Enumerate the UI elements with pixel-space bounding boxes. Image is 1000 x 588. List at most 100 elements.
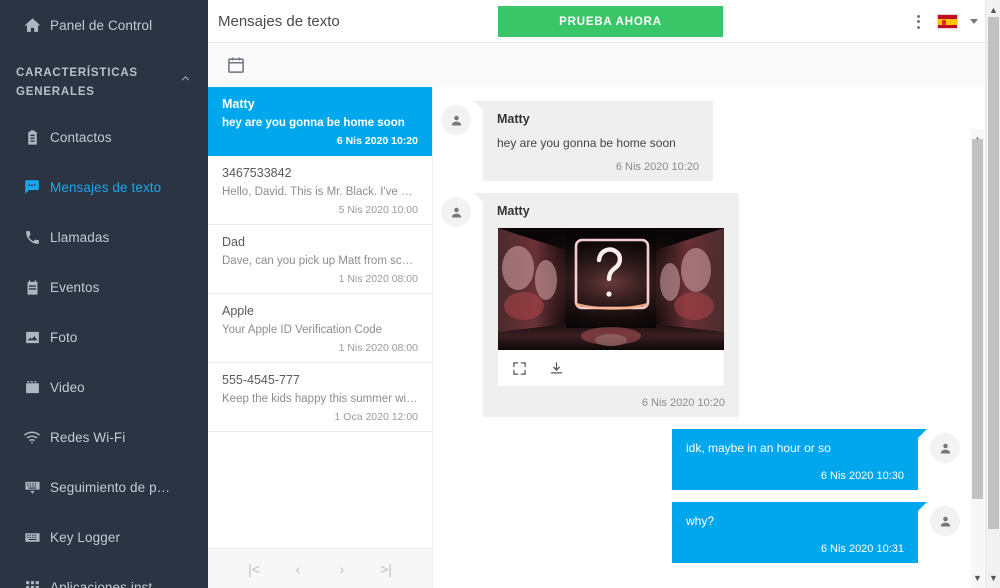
page-title: Mensajes de texto — [218, 12, 340, 30]
sidebar-item-seguimiento-de-pulsaciones[interactable]: Seguimiento de p… — [0, 462, 208, 512]
media-attachment — [497, 227, 725, 387]
sidebar-item-label: Seguimiento de p… — [50, 479, 171, 495]
pagination-last-button[interactable]: >| — [375, 561, 397, 577]
chevron-down-icon[interactable] — [970, 19, 978, 24]
message-time: 6 Nis 2020 10:31 — [820, 543, 904, 555]
wifi-icon — [14, 428, 50, 446]
list-item-name: 555-4545-777 — [222, 373, 300, 387]
photo-icon — [14, 329, 50, 346]
kebab-menu-icon[interactable] — [912, 11, 925, 33]
sidebar-item-video[interactable]: Video — [0, 362, 208, 412]
list-item-preview: Keep the kids happy this summer with … — [222, 393, 418, 405]
avatar — [441, 197, 471, 227]
download-icon[interactable] — [549, 361, 564, 376]
phone-icon — [14, 229, 50, 246]
message-sender: Matty — [497, 204, 530, 218]
conversation-panel: Matty hey are you gonna be home soon 6 N… — [433, 87, 1000, 588]
calendar-icon — [14, 279, 50, 296]
scrollbar-thumb[interactable] — [988, 17, 999, 529]
top-header: Mensajes de texto PRUEBA AHORA — [208, 0, 1000, 43]
sidebar-item-label: Key Logger — [50, 529, 121, 545]
scroll-down-icon[interactable]: ▼ — [971, 570, 984, 586]
message-time: 6 Nis 2020 10:20 — [615, 161, 699, 173]
avatar — [441, 105, 471, 135]
list-item-date: 1 Nis 2020 08:00 — [338, 342, 418, 354]
list-item-name: Matty — [222, 97, 255, 111]
pagination-next-button[interactable]: › — [331, 561, 353, 577]
list-item[interactable]: Matty hey are you gonna be home soon 6 N… — [208, 87, 432, 156]
sidebar-item-label: Video — [50, 379, 85, 395]
message-bubble: Matty 6 Nis 2020 10:20 — [474, 193, 739, 417]
sidebar-item-key-logger[interactable]: Key Logger — [0, 512, 208, 562]
scroll-down-icon[interactable]: ▼ — [986, 570, 1000, 586]
sidebar-item-foto[interactable]: Foto — [0, 312, 208, 362]
list-item[interactable]: Dad Dave, can you pick up Matt from scho… — [208, 225, 432, 294]
app-root: Panel de Control CARACTERÍSTICAS GENERAL… — [0, 0, 1000, 588]
sidebar-item-aplicaciones-instaladas[interactable]: Aplicaciones inst… — [0, 562, 208, 588]
message-time: 6 Nis 2020 10:20 — [641, 397, 725, 409]
message-bubble: idk, maybe in an hour or so 6 Nis 2020 1… — [672, 429, 927, 490]
sidebar-item-label: Aplicaciones inst… — [50, 579, 166, 588]
list-item-date: 1 Oca 2020 12:00 — [334, 411, 418, 423]
scrollbar-thumb[interactable] — [972, 139, 983, 499]
sidebar: Panel de Control CARACTERÍSTICAS GENERAL… — [0, 0, 208, 588]
list-item[interactable]: 555-4545-777 Keep the kids happy this su… — [208, 363, 432, 432]
sidebar-group-features[interactable]: CARACTERÍSTICAS GENERALES — [0, 50, 208, 112]
avatar — [930, 506, 960, 536]
chevron-up-icon[interactable] — [179, 72, 192, 90]
sidebar-item-label: Eventos — [50, 279, 100, 295]
list-item-date: 1 Nis 2020 08:00 — [338, 273, 418, 285]
message-row-outgoing: why? 6 Nis 2020 10:31 — [441, 502, 960, 563]
list-item[interactable]: 3467533842 Hello, David. This is Mr. Bla… — [208, 156, 432, 225]
message-list[interactable]: Matty hey are you gonna be home soon 6 N… — [208, 87, 432, 548]
sidebar-item-contactos[interactable]: Contactos — [0, 112, 208, 162]
try-now-button[interactable]: PRUEBA AHORA — [498, 6, 723, 37]
keyboard-icon — [14, 529, 50, 546]
list-item-name: Dad — [222, 235, 245, 249]
conversation-scrollbar[interactable]: ▲ ▼ — [971, 129, 984, 588]
list-item-date: 6 Nis 2020 10:20 — [336, 135, 418, 147]
page-scrollbar[interactable]: ▲ ▼ — [985, 0, 1000, 588]
list-item[interactable]: Apple Your Apple ID Verification Code 1 … — [208, 294, 432, 363]
scroll-up-icon[interactable]: ▲ — [986, 2, 1000, 18]
pagination-prev-button[interactable]: ‹ — [287, 561, 309, 577]
home-icon — [14, 16, 50, 35]
content-toolbar — [208, 43, 1000, 87]
list-item-preview: hey are you gonna be home soon — [222, 117, 405, 129]
message-text: idk, maybe in an hour or so — [686, 441, 831, 455]
sidebar-item-label: Mensajes de texto — [50, 179, 162, 195]
sidebar-item-mensajes-de-texto[interactable]: Mensajes de texto — [0, 162, 208, 212]
message-bubble: why? 6 Nis 2020 10:31 — [672, 502, 927, 563]
message-list-panel: Matty hey are you gonna be home soon 6 N… — [208, 87, 433, 588]
sidebar-item-eventos[interactable]: Eventos — [0, 262, 208, 312]
header-actions — [912, 0, 978, 43]
message-icon — [14, 178, 50, 196]
message-sender: Matty — [497, 112, 530, 126]
sidebar-item-dashboard[interactable]: Panel de Control — [0, 0, 208, 50]
list-item-preview: Hello, David. This is Mr. Black. I've no… — [222, 186, 418, 198]
message-time: 6 Nis 2020 10:30 — [820, 470, 904, 482]
media-actions — [498, 350, 724, 386]
message-row-incoming-media: Matty 6 Nis 2020 10:20 — [441, 193, 960, 417]
avatar — [930, 433, 960, 463]
sidebar-item-label: Contactos — [50, 129, 112, 145]
list-item-name: Apple — [222, 304, 254, 318]
sidebar-group-label: CARACTERÍSTICAS GENERALES — [16, 67, 138, 98]
apps-grid-icon — [14, 579, 50, 588]
expand-icon[interactable] — [512, 361, 527, 376]
message-text: why? — [686, 514, 715, 528]
pagination-first-button[interactable]: |< — [243, 561, 265, 577]
message-bubble: Matty hey are you gonna be home soon 6 N… — [474, 101, 713, 181]
main-content: Mensajes de texto PRUEBA AHORA Matty hey… — [208, 0, 1000, 588]
sidebar-item-label: Llamadas — [50, 229, 110, 245]
sidebar-item-label: Foto — [50, 329, 78, 345]
pagination: |< ‹ › >| — [208, 548, 432, 588]
sidebar-item-llamadas[interactable]: Llamadas — [0, 212, 208, 262]
sidebar-item-label: Panel de Control — [50, 17, 153, 33]
message-row-incoming: Matty hey are you gonna be home soon 6 N… — [441, 101, 960, 181]
spain-flag-icon[interactable] — [937, 14, 958, 29]
calendar-icon[interactable] — [226, 55, 246, 75]
attached-photo[interactable] — [498, 228, 724, 350]
sidebar-item-redes-wifi[interactable]: Redes Wi-Fi — [0, 412, 208, 462]
message-row-outgoing: idk, maybe in an hour or so 6 Nis 2020 1… — [441, 429, 960, 490]
